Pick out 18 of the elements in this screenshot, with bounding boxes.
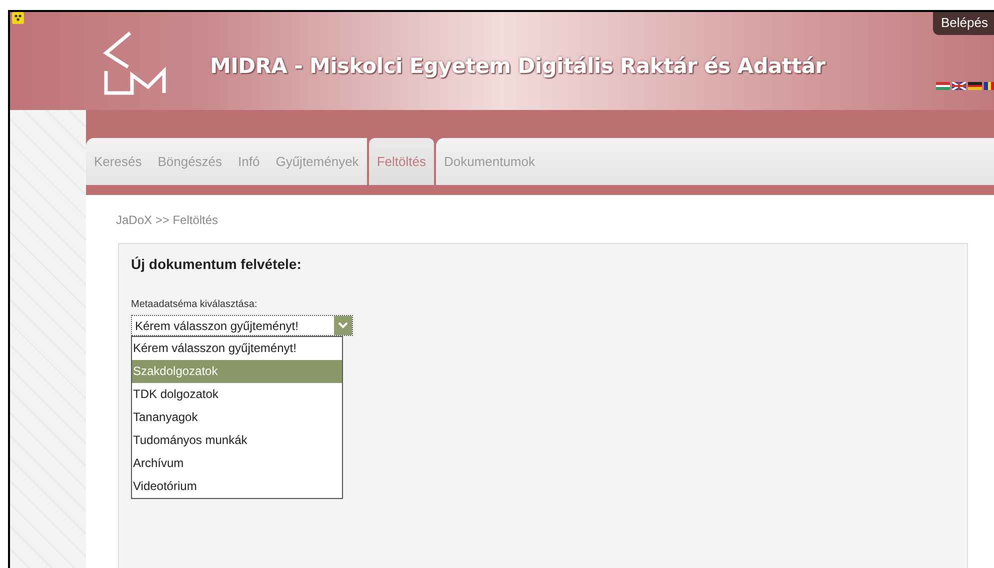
site-title: MIDRA - Miskolci Egyetem Digitális Raktár és Adattár xyxy=(210,54,826,78)
schema-dropdown[interactable]: Kérem válasszon gyűjteményt! xyxy=(131,315,353,336)
field-label: Metaadatséma kiválasztása: xyxy=(131,299,258,310)
dropdown-option[interactable]: Videotórium xyxy=(132,475,342,498)
accessibility-icon[interactable] xyxy=(12,12,24,24)
dropdown-option[interactable]: Tananyagok xyxy=(132,406,342,429)
dropdown-option[interactable]: Archívum xyxy=(132,452,342,475)
breadcrumb: JaDoX >> Feltöltés xyxy=(116,213,220,227)
flag-icon[interactable] xyxy=(984,82,994,90)
dropdown-option[interactable]: TDK dolgozatok xyxy=(132,383,342,406)
login-button[interactable]: Belépés xyxy=(933,12,994,35)
flag-icon[interactable] xyxy=(952,82,966,90)
dropdown-option[interactable]: Tudományos munkák xyxy=(132,429,342,452)
form-heading: Új dokumentum felvétele: xyxy=(131,256,302,272)
flag-icon[interactable] xyxy=(936,82,950,90)
caret-icon[interactable] xyxy=(334,316,352,335)
flag-icon[interactable] xyxy=(968,82,982,90)
dropdown-option[interactable]: Kérem válasszon gyűjteményt! xyxy=(132,337,342,360)
